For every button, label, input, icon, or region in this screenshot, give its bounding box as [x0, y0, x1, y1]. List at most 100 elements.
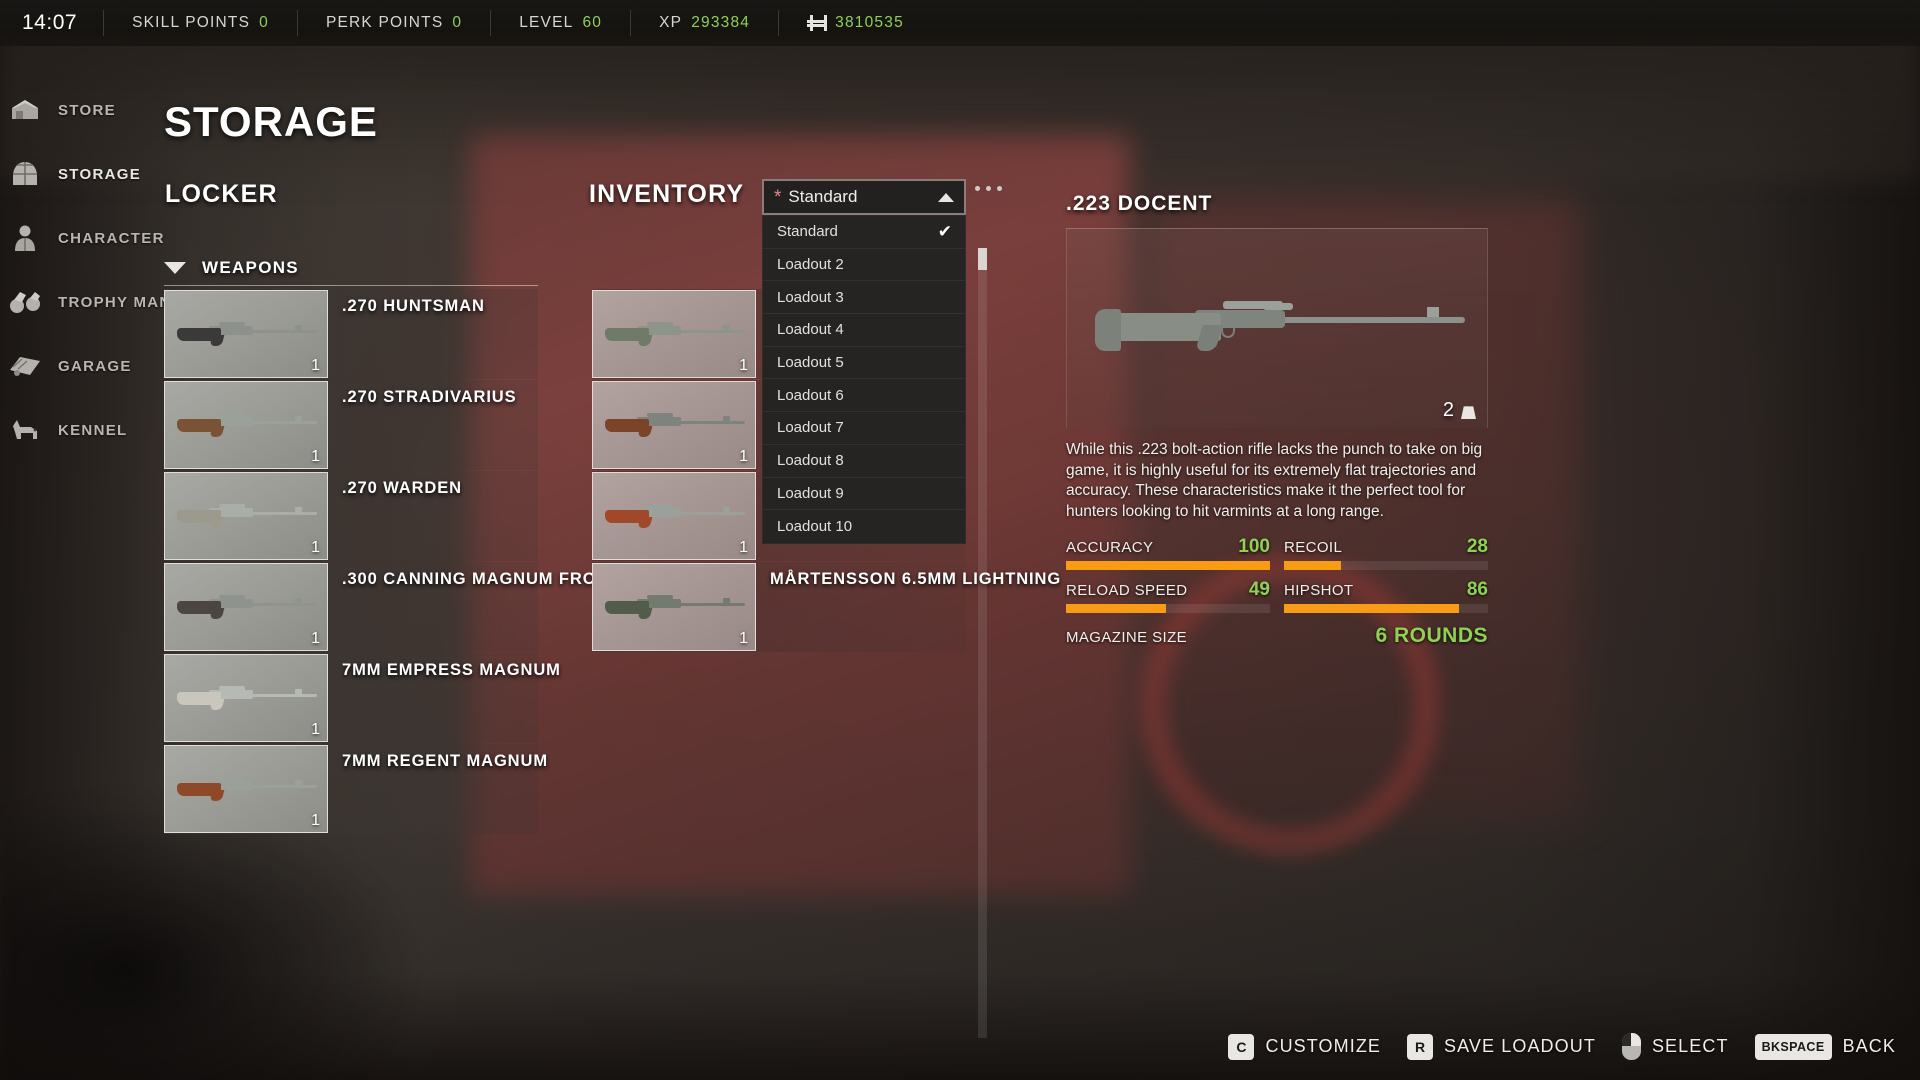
- loadout-option[interactable]: Loadout 10: [763, 510, 965, 543]
- currency-value: 3810535: [835, 14, 904, 31]
- stat-xp: XP 293384: [631, 14, 778, 32]
- item-name: .270 WARDEN: [342, 479, 462, 497]
- stat-hipshot: HIPSHOT 86: [1284, 579, 1488, 613]
- stat-recoil: RECOIL 28: [1284, 536, 1488, 570]
- dot: [975, 186, 980, 191]
- hint-back[interactable]: BKSPACE BACK: [1754, 1033, 1896, 1060]
- stat-label: XP: [659, 14, 683, 31]
- item-name: 7MM REGENT MAGNUM: [342, 752, 548, 770]
- stat-label: HIPSHOT: [1284, 582, 1354, 599]
- item-thumbnail[interactable]: 1: [164, 472, 328, 560]
- sidebar-item-trophy-manager[interactable]: TROPHY MANAGER: [0, 270, 219, 334]
- item-name: .270 HUNTSMAN: [342, 297, 485, 315]
- list-item[interactable]: 1 .270 HUNTSMAN: [164, 289, 538, 379]
- loadout-more-options-button[interactable]: [975, 186, 1002, 191]
- item-thumbnail[interactable]: 1: [164, 745, 328, 833]
- sidebar-item-label: STORE: [58, 101, 116, 119]
- storage-icon: [8, 159, 42, 189]
- item-thumbnail[interactable]: 1: [164, 290, 328, 378]
- list-item[interactable]: 1 MÅRTENSSON 6.5MM LIGHTNING: [592, 562, 1060, 652]
- loadout-option[interactable]: Loadout 2: [763, 249, 965, 282]
- item-thumbnail[interactable]: 1: [164, 654, 328, 742]
- weapons-group-toggle[interactable]: WEAPONS: [164, 258, 299, 278]
- dot: [997, 186, 1002, 191]
- mouse-icon: [1621, 1033, 1641, 1060]
- inventory-scrollbar[interactable]: [978, 248, 987, 1038]
- loadout-option[interactable]: Loadout 8: [763, 445, 965, 478]
- magazine-size-row: MAGAZINE SIZE 6 ROUNDS: [1066, 624, 1488, 648]
- character-icon: [8, 223, 42, 253]
- sidebar-item-storage[interactable]: STORAGE: [0, 142, 160, 206]
- loadout-option-label: Standard: [777, 223, 838, 241]
- sidebar-item-label: KENNEL: [58, 421, 128, 439]
- store-icon: [8, 95, 42, 125]
- key-badge: BKSPACE: [1754, 1033, 1832, 1060]
- stat-value: 293384: [691, 14, 751, 31]
- list-item[interactable]: 1 .270 WARDEN: [164, 471, 538, 561]
- rifle-thumbnail: [603, 317, 747, 351]
- weapons-group-label: WEAPONS: [202, 258, 299, 277]
- item-quantity: 1: [311, 539, 320, 556]
- loadout-option[interactable]: Loadout 4: [763, 314, 965, 347]
- weight-icon: [1461, 406, 1476, 419]
- sidebar: STORE STORAGE CHARACTER TROPHY MANAGER G…: [0, 78, 219, 462]
- page-title: STORAGE: [164, 98, 378, 145]
- check-icon: ✔: [937, 221, 952, 241]
- weapon-title: .223 DOCENT: [1066, 192, 1213, 215]
- item-thumbnail[interactable]: 1: [592, 381, 756, 469]
- magazine-size-value: 6 ROUNDS: [1375, 624, 1488, 647]
- stat-value: 86: [1466, 579, 1488, 600]
- loadout-option-label: Loadout 5: [777, 354, 844, 372]
- hint-save-loadout[interactable]: R SAVE LOADOUT: [1407, 1033, 1596, 1060]
- dog-icon: [8, 415, 42, 445]
- item-quantity: 1: [311, 721, 320, 738]
- loadout-dropdown-header[interactable]: * Standard: [762, 179, 966, 215]
- loadout-option[interactable]: Loadout 3: [763, 281, 965, 315]
- sidebar-item-kennel[interactable]: KENNEL: [0, 398, 160, 462]
- loadout-dropdown[interactable]: * Standard Standard ✔ Loadout 2 Loadout 3 Lo…: [762, 179, 966, 544]
- sidebar-item-label: CHARACTER: [58, 229, 165, 247]
- list-item[interactable]: 1 7MM EMPRESS MAGNUM: [164, 653, 560, 743]
- loadout-option[interactable]: Loadout 7: [763, 412, 965, 445]
- loadout-option-label: Loadout 2: [777, 256, 844, 274]
- stat-perk-points: PERK POINTS 0: [298, 14, 490, 32]
- stat-value: 100: [1238, 536, 1270, 557]
- sidebar-item-store[interactable]: STORE: [0, 78, 160, 142]
- chevron-down-icon: [164, 262, 186, 274]
- item-thumbnail[interactable]: 1: [592, 563, 756, 651]
- sidebar-item-character[interactable]: CHARACTER: [0, 206, 163, 270]
- stat-label: RECOIL: [1284, 539, 1343, 556]
- item-quantity: 1: [739, 539, 748, 556]
- divider: [164, 285, 538, 286]
- rifle-thumbnail: [175, 681, 319, 715]
- list-item[interactable]: 1 .270 STRADIVARIUS: [164, 380, 538, 470]
- list-item[interactable]: 1 7MM REGENT MAGNUM: [164, 744, 547, 834]
- garage-icon: [8, 351, 42, 381]
- stat-label: LEVEL: [519, 14, 574, 31]
- loadout-option[interactable]: Loadout 5: [763, 347, 965, 380]
- loadout-option[interactable]: Standard ✔: [763, 216, 965, 249]
- item-thumbnail[interactable]: 1: [164, 381, 328, 469]
- loadout-option[interactable]: Loadout 6: [763, 379, 965, 413]
- hint-customize[interactable]: C CUSTOMIZE: [1228, 1033, 1382, 1060]
- item-thumbnail[interactable]: 1: [592, 290, 756, 378]
- magazine-size-label: MAGAZINE SIZE: [1066, 629, 1188, 646]
- stat-value: 28: [1466, 536, 1488, 557]
- item-thumbnail[interactable]: 1: [592, 472, 756, 560]
- hint-label: CUSTOMIZE: [1265, 1036, 1382, 1056]
- item-thumbnail[interactable]: 1: [164, 563, 328, 651]
- weapon-preview-image: [1095, 279, 1465, 379]
- loadout-option[interactable]: Loadout 9: [763, 478, 965, 511]
- list-item[interactable]: 1.300 CANNING MAGNUM FRONTIER: [164, 562, 650, 652]
- hint-select[interactable]: SELECT: [1621, 1033, 1729, 1060]
- rifle-thumbnail: [175, 499, 319, 533]
- stat-reload-speed: RELOAD SPEED 49: [1066, 579, 1270, 613]
- rifle-thumbnail: [175, 408, 319, 442]
- control-hints-bar: C CUSTOMIZE R SAVE LOADOUT SELECT BKSPAC…: [1228, 1033, 1896, 1060]
- hint-label: SELECT: [1651, 1036, 1729, 1056]
- loadout-option-label: Loadout 9: [777, 484, 844, 502]
- chevron-up-icon[interactable]: [938, 192, 954, 202]
- loadout-option-label: Loadout 8: [777, 452, 844, 470]
- sidebar-item-garage[interactable]: GARAGE: [0, 334, 160, 398]
- scrollbar-thumb[interactable]: [978, 248, 987, 270]
